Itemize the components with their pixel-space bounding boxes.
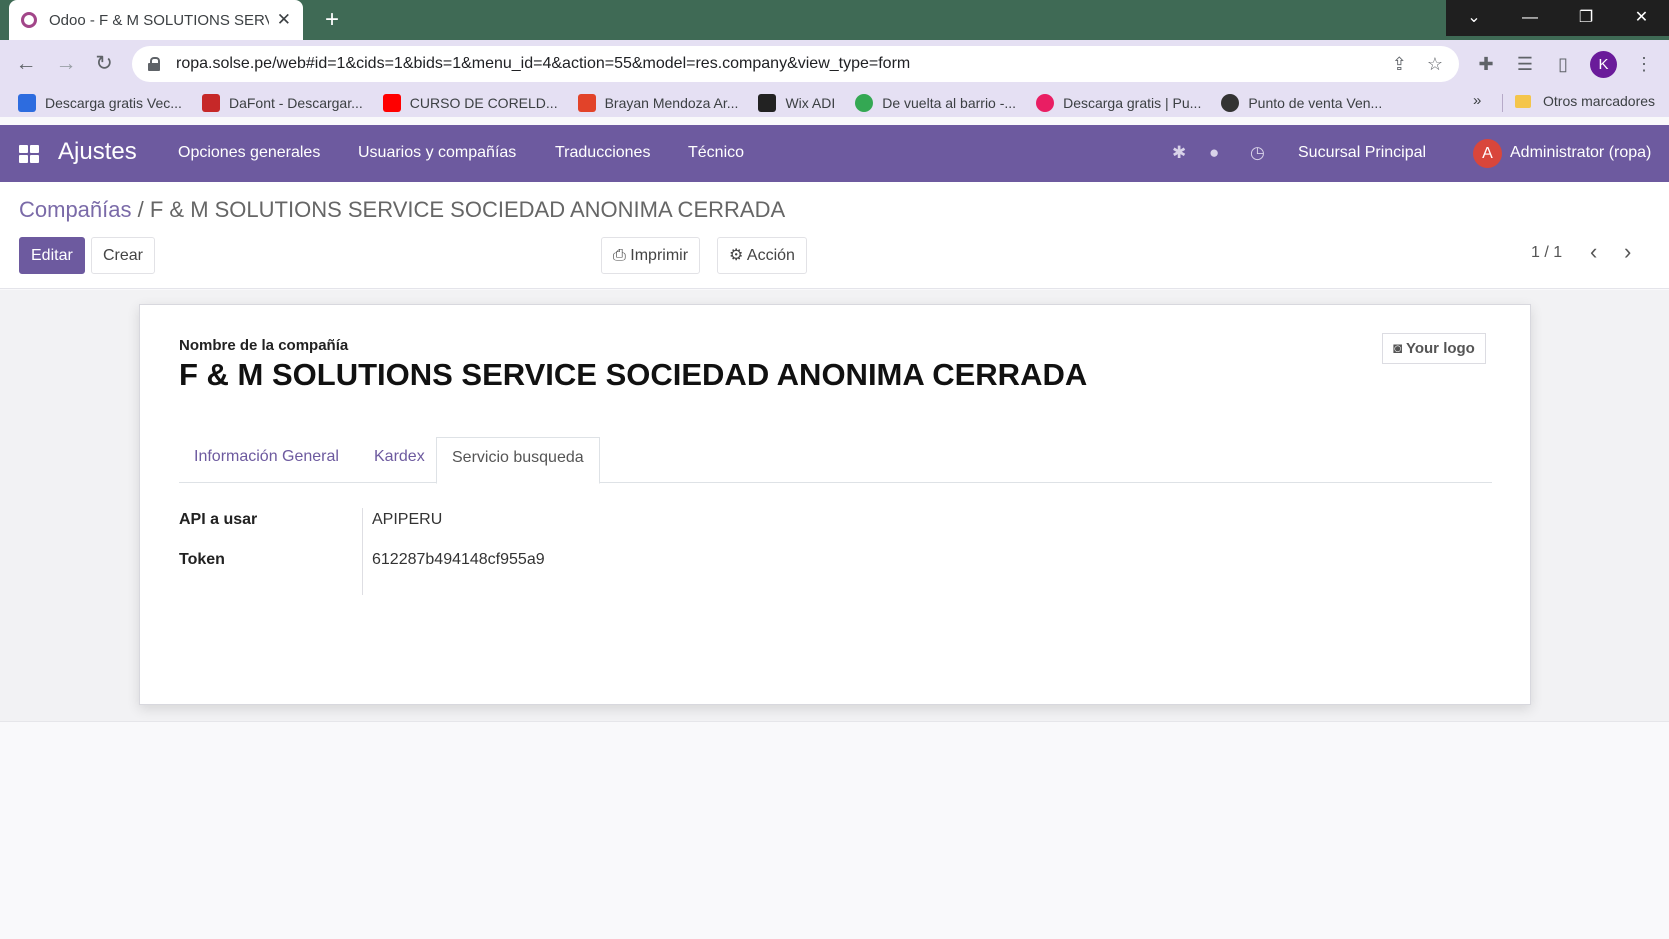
bookmark-label: Brayan Mendoza Ar...	[604, 94, 739, 111]
debug-bug-icon[interactable]: ✱	[1172, 143, 1186, 163]
bookmarks-bar: Descarga gratis Vec... DaFont - Descarga…	[0, 88, 1669, 117]
folder-icon	[1515, 94, 1531, 108]
lock-icon	[148, 57, 160, 71]
breadcrumb: Compañías / F & M SOLUTIONS SERVICE SOCI…	[19, 197, 785, 223]
profile-avatar[interactable]: K	[1590, 51, 1617, 78]
tab-kardex[interactable]: Kardex	[359, 437, 440, 483]
bookmark-item[interactable]: Descarga gratis | Pu...	[1036, 93, 1202, 112]
gitlab-icon	[577, 93, 596, 112]
odoo-navbar: Ajustes Opciones generales Usuarios y co…	[0, 125, 1669, 182]
form-sheet: Nombre de la compañía F & M SOLUTIONS SE…	[139, 304, 1531, 705]
branch-selector[interactable]: Sucursal Principal	[1298, 144, 1426, 162]
browser-tab-title: Odoo - F & M SOLUTIONS SERVICE SOCIEDAD …	[49, 11, 269, 29]
apps-menu-icon[interactable]	[19, 145, 39, 163]
bookmark-label: Wix ADI	[785, 94, 836, 111]
api-field-value: APIPERU	[372, 511, 443, 528]
bookmark-label: DaFont - Descargar...	[228, 94, 363, 111]
url-text[interactable]: ropa.solse.pe/web#id=1&cids=1&bids=1&men…	[176, 55, 1372, 73]
reading-list-icon[interactable]: ☰	[1512, 51, 1538, 77]
bookmark-label: Descarga gratis Vec...	[45, 94, 182, 111]
pager-previous-icon[interactable]: ‹	[1590, 239, 1597, 265]
print-label: Imprimir	[630, 247, 689, 264]
bookmark-item[interactable]: CURSO DE CORELD...	[382, 93, 558, 112]
print-icon: ⎙	[613, 247, 626, 264]
form-tabs: Información General Kardex Servicio busq…	[179, 437, 1492, 484]
share-icon[interactable]: ⇪	[1392, 54, 1407, 75]
token-field-label: Token	[179, 551, 225, 568]
bookmark-item[interactable]: Punto de venta Ven...	[1221, 93, 1383, 112]
bookmarks-divider	[1502, 94, 1503, 112]
odoo-favicon-icon	[21, 12, 37, 28]
bookmark-item[interactable]: De vuelta al barrio -...	[855, 93, 1017, 112]
restore-button[interactable]: ❐	[1558, 0, 1614, 36]
menu-usuarios-companias[interactable]: Usuarios y compañías	[358, 144, 516, 162]
back-icon[interactable]: ←	[12, 50, 40, 78]
youtube-icon	[382, 93, 401, 112]
forward-icon[interactable]: →	[52, 50, 80, 78]
reload-icon[interactable]: ↻	[90, 50, 118, 78]
bookmark-favicon-icon	[18, 93, 36, 112]
browser-tab[interactable]: Odoo - F & M SOLUTIONS SERVICE SOCIEDAD …	[9, 0, 303, 40]
control-panel: Compañías / F & M SOLUTIONS SERVICE SOCI…	[0, 182, 1669, 289]
user-menu[interactable]: Administrator (ropa)	[1510, 144, 1651, 162]
company-name-label: Nombre de la compañía	[179, 337, 349, 354]
create-button[interactable]: Crear	[91, 237, 156, 274]
bookmark-label: Punto de venta Ven...	[1248, 94, 1383, 111]
bookmark-label: Descarga gratis | Pu...	[1063, 94, 1202, 111]
chat-icon[interactable]: ●	[1209, 143, 1219, 163]
gear-icon: ⚙	[729, 247, 744, 264]
menu-traducciones[interactable]: Traducciones	[555, 144, 650, 162]
bookmark-favicon-icon	[201, 93, 220, 112]
play-icon	[855, 93, 874, 112]
bookmark-item[interactable]: DaFont - Descargar...	[201, 93, 363, 112]
new-tab-button[interactable]: +	[318, 6, 346, 34]
side-panel-icon[interactable]: ▯	[1550, 51, 1576, 77]
edit-button[interactable]: Editar	[19, 237, 85, 274]
activity-clock-icon[interactable]: ◷	[1250, 143, 1265, 163]
field-divider	[362, 508, 363, 595]
browser-toolbar: ← → ↻ ropa.solse.pe/web#id=1&cids=1&bids…	[0, 40, 1669, 88]
token-field-value: 612287b494148cf955a9	[372, 551, 545, 568]
chrome-menu-icon[interactable]: ⋮	[1631, 51, 1657, 77]
close-window-button[interactable]: ✕	[1614, 0, 1669, 36]
address-bar[interactable]: ropa.solse.pe/web#id=1&cids=1&bids=1&men…	[132, 46, 1459, 82]
minimize-button[interactable]: —	[1502, 0, 1558, 36]
wix-icon	[758, 93, 777, 112]
bookmark-favicon-icon	[1036, 93, 1055, 112]
menu-opciones-generales[interactable]: Opciones generales	[178, 144, 320, 162]
action-button[interactable]: ⚙ Acción	[717, 237, 807, 274]
more-bookmarks-button[interactable]: »	[1473, 92, 1481, 109]
bookmark-item[interactable]: Wix ADI	[758, 93, 836, 112]
browser-tab-strip: Odoo - F & M SOLUTIONS SERVICE SOCIEDAD …	[0, 0, 1669, 40]
camera-icon: ◙	[1393, 340, 1403, 357]
logo-label: Your logo	[1405, 340, 1475, 357]
bookmark-favicon-icon	[1221, 93, 1240, 112]
print-button[interactable]: ⎙ Imprimir	[601, 237, 701, 274]
extensions-icon[interactable]: ✚	[1473, 51, 1499, 77]
breadcrumb-separator: /	[131, 197, 150, 222]
api-field-label: API a usar	[179, 511, 258, 528]
other-bookmarks-label: Otros marcadores	[1543, 93, 1656, 109]
action-label: Acción	[746, 247, 795, 264]
other-bookmarks[interactable]: Otros marcadores	[1515, 93, 1655, 109]
breadcrumb-parent-link[interactable]: Compañías	[19, 197, 132, 222]
tab-search-icon[interactable]: ⌄	[1446, 0, 1502, 36]
close-tab-icon[interactable]: ✕	[277, 10, 291, 30]
bookmark-item[interactable]: Brayan Mendoza Ar...	[577, 93, 739, 112]
tab-informacion-general[interactable]: Información General	[179, 437, 354, 483]
bookmark-label: CURSO DE CORELD...	[409, 94, 558, 111]
bookmark-item[interactable]: Descarga gratis Vec...	[18, 93, 182, 112]
logo-upload-button[interactable]: ◙ Your logo	[1382, 333, 1486, 364]
app-title[interactable]: Ajustes	[58, 138, 137, 166]
pager-value[interactable]: 1 / 1	[1531, 244, 1562, 262]
breadcrumb-current: F & M SOLUTIONS SERVICE SOCIEDAD ANONIMA…	[149, 197, 786, 222]
company-name: F & M SOLUTIONS SERVICE SOCIEDAD ANONIMA…	[179, 357, 1088, 392]
tab-servicio-busqueda[interactable]: Servicio busqueda	[436, 437, 600, 484]
menu-tecnico[interactable]: Técnico	[688, 144, 744, 162]
user-avatar[interactable]: A	[1473, 139, 1502, 168]
bookmark-star-icon[interactable]: ☆	[1427, 54, 1443, 75]
bookmark-label: De vuelta al barrio -...	[882, 94, 1017, 111]
pager-next-icon[interactable]: ›	[1624, 239, 1631, 265]
